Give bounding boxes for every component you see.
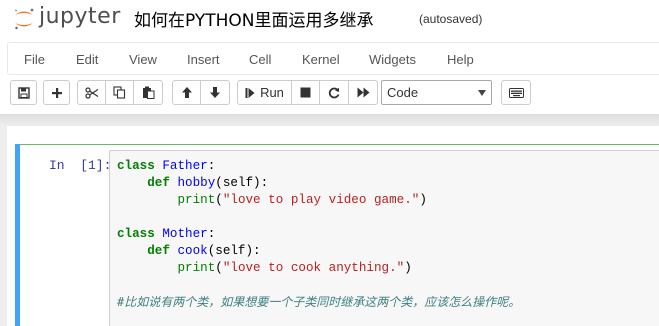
- jupyter-logo-icon: [15, 8, 34, 30]
- code-line: def cook(self):: [117, 243, 520, 260]
- fast-forward-icon: [357, 87, 369, 98]
- menu-view[interactable]: View: [129, 52, 157, 67]
- cut-button[interactable]: [77, 80, 106, 105]
- code-token: print: [177, 193, 216, 207]
- code-token: hobby: [177, 176, 216, 190]
- cell-selection-bar: [15, 144, 20, 326]
- code-editor[interactable]: class Father: def hobby(self): print("lo…: [109, 150, 659, 326]
- arrow-up-icon: [181, 87, 192, 98]
- caret-down-icon: [478, 90, 486, 96]
- paste-button[interactable]: [133, 80, 163, 105]
- code-token: Father: [162, 159, 208, 173]
- keyboard-icon: [508, 87, 524, 98]
- paste-icon: [142, 86, 154, 99]
- run-button-label: Run: [260, 85, 284, 100]
- save-button[interactable]: [10, 80, 37, 105]
- menubar: File Edit View Insert Cell Kernel Widget…: [7, 42, 659, 75]
- code-token: "love to cook anything.": [222, 261, 405, 275]
- stop-icon: [300, 87, 311, 98]
- code-line: def hobby(self):: [117, 175, 520, 192]
- copy-button[interactable]: [105, 80, 134, 105]
- menu-widgets[interactable]: Widgets: [369, 52, 416, 67]
- menu-help[interactable]: Help: [447, 52, 474, 67]
- interrupt-kernel-button[interactable]: [291, 80, 320, 105]
- menu-kernel[interactable]: Kernel: [302, 52, 340, 67]
- code-token: Mother: [162, 227, 208, 241]
- cell-type-select[interactable]: Code: [381, 80, 492, 105]
- save-icon: [17, 86, 30, 99]
- autosave-status: (autosaved): [419, 12, 483, 26]
- step-forward-icon: [245, 87, 255, 98]
- code-token: print: [177, 261, 216, 275]
- jupyter-logo[interactable]: jupyter: [13, 4, 121, 33]
- run-button[interactable]: Run: [237, 80, 292, 105]
- code-token: def: [147, 176, 178, 190]
- plus-icon: [51, 87, 62, 98]
- code-token: class: [117, 159, 163, 173]
- code-token: (self):: [215, 176, 269, 190]
- menu-insert[interactable]: Insert: [187, 52, 220, 67]
- code-token: #比如说有两个类，如果想要一个子类同时继承这两个类，应该怎么操作呢。: [117, 295, 521, 309]
- input-prompt: In [1]:: [49, 158, 112, 173]
- code-token: (: [215, 261, 223, 275]
- code-line: #比如说有两个类，如果想要一个子类同时继承这两个类，应该怎么操作呢。: [117, 294, 520, 311]
- code-text[interactable]: class Father: def hobby(self): print("lo…: [117, 158, 520, 311]
- restart-run-all-button[interactable]: [348, 80, 378, 105]
- scissors-icon: [84, 86, 98, 99]
- notebook-header: jupyter 如何在PYTHON里面运用多继承 (autosaved): [0, 0, 659, 42]
- cell-type-value: Code: [387, 85, 419, 100]
- menu-file[interactable]: File: [24, 52, 45, 67]
- notebook-title[interactable]: 如何在PYTHON里面运用多继承: [134, 6, 374, 31]
- arrow-down-icon: [210, 87, 220, 98]
- toolbar: Run Code: [0, 75, 659, 113]
- menu-edit[interactable]: Edit: [76, 52, 98, 67]
- code-token: cook: [177, 244, 208, 258]
- code-token: ): [404, 261, 412, 275]
- logo-wordmark: jupyter: [39, 4, 121, 29]
- code-cell-selected[interactable]: In [1]: class Father: def hobby(self): p…: [15, 144, 659, 326]
- restart-kernel-button[interactable]: [319, 80, 349, 105]
- code-line: print("love to cook anything."): [117, 260, 520, 277]
- code-token: def: [147, 244, 178, 258]
- copy-icon: [113, 86, 126, 99]
- code-token: :: [207, 159, 216, 173]
- code-token: ): [419, 193, 427, 207]
- code-line: class Father:: [117, 158, 520, 175]
- move-up-button[interactable]: [172, 80, 201, 105]
- code-line: class Mother:: [117, 226, 520, 243]
- insert-cell-button[interactable]: [43, 80, 70, 105]
- code-token: (: [215, 193, 223, 207]
- code-token: (self):: [207, 244, 261, 258]
- menu-cell[interactable]: Cell: [249, 52, 271, 67]
- code-token: "love to play video game.": [222, 193, 420, 207]
- refresh-icon: [328, 87, 340, 98]
- move-down-button[interactable]: [200, 80, 230, 105]
- code-line: print("love to play video game."): [117, 192, 520, 209]
- command-palette-button[interactable]: [501, 80, 531, 105]
- code-token: :: [207, 227, 216, 241]
- code-token: class: [117, 227, 163, 241]
